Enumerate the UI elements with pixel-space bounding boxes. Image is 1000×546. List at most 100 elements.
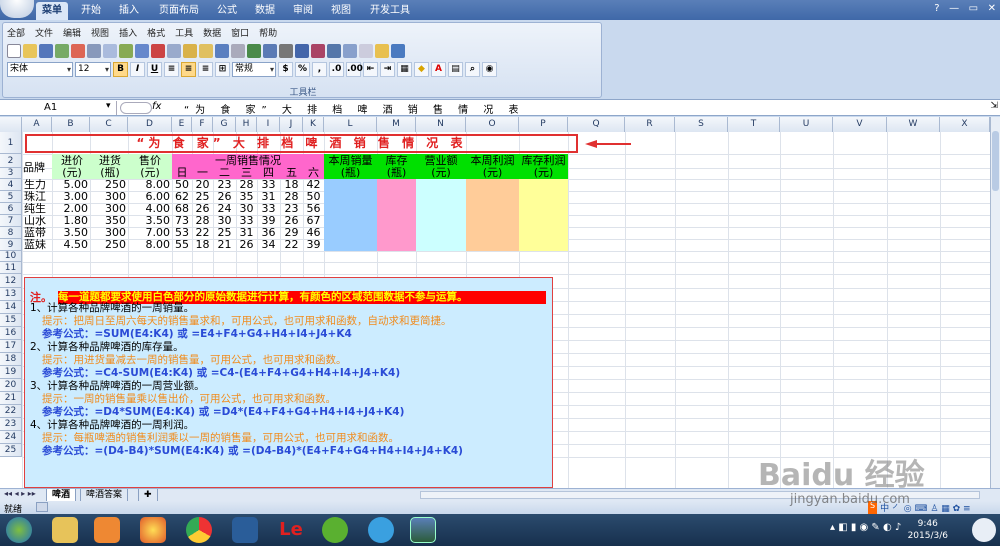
day-sales-cell[interactable]: 23 — [213, 179, 236, 191]
tab-developer[interactable]: 开发工具 — [366, 2, 414, 20]
browser-icon[interactable] — [140, 517, 166, 543]
undo-icon[interactable] — [215, 43, 229, 58]
cut-icon[interactable] — [151, 43, 165, 58]
metric-unit[interactable]: (元) — [519, 167, 568, 179]
column-header[interactable]: T — [728, 117, 780, 132]
row-header[interactable]: 19 — [0, 366, 22, 379]
note-q3[interactable]: 3、计算各种品牌啤酒的一周营业额。 — [30, 380, 540, 392]
buy-price-cell[interactable]: 5.00 — [52, 179, 89, 191]
row-header[interactable]: 1 — [0, 132, 22, 154]
row-header[interactable]: 3 — [0, 168, 22, 179]
start-button[interactable] — [6, 517, 32, 543]
chart-icon[interactable] — [327, 43, 341, 58]
column-header[interactable]: E — [172, 117, 192, 132]
spelling-icon[interactable] — [119, 43, 133, 58]
day-sales-cell[interactable]: 62 — [172, 191, 192, 203]
buy-price-cell[interactable]: 2.00 — [52, 203, 89, 215]
note-q4[interactable]: 4、计算各种品牌啤酒的一周利润。 — [30, 419, 540, 431]
research-icon[interactable] — [135, 43, 149, 58]
column-header[interactable]: A — [22, 117, 52, 132]
metric-header[interactable]: 本周销量 — [324, 155, 377, 167]
column-header[interactable]: F — [192, 117, 213, 132]
chrome-icon[interactable] — [186, 517, 212, 543]
select-all-corner[interactable] — [0, 117, 22, 132]
sell-price-cell[interactable]: 8.00 — [128, 179, 171, 191]
day-sales-cell[interactable]: 25 — [192, 191, 213, 203]
weekday-header[interactable]: 六 — [303, 167, 324, 179]
chevron-down-icon[interactable]: ▾ — [106, 101, 111, 111]
drawing-icon[interactable] — [343, 43, 357, 58]
note-f4[interactable]: 参考公式：=(D4-B4)*SUM(E4:K4) 或 =(D4-B4)*(E4+… — [42, 445, 552, 457]
row-header[interactable]: 20 — [0, 379, 22, 392]
buy-price-cell[interactable]: 1.80 — [52, 215, 89, 227]
buy-price-cell[interactable]: 4.50 — [52, 239, 89, 251]
zoom-icon[interactable] — [359, 43, 373, 58]
day-sales-cell[interactable]: 34 — [257, 239, 280, 251]
note-h4[interactable]: 提示：每瓶啤酒的销售利润乘以一周的销售量，可用公式，也可用求和函数。 — [42, 432, 552, 444]
column-header[interactable]: R — [625, 117, 675, 132]
row-header[interactable]: 5 — [0, 191, 22, 203]
sort-asc-icon[interactable] — [295, 43, 309, 58]
column-header[interactable]: K — [303, 117, 324, 132]
tab-insert[interactable]: 插入 — [114, 2, 144, 20]
buy-price-unit[interactable]: (元) — [54, 167, 90, 179]
align-center-button[interactable]: ≡ — [181, 62, 196, 77]
note-h2[interactable]: 提示：用进货量减去一周的销售量，可用公式，也可用求和函数。 — [42, 354, 552, 366]
menu-edit[interactable]: 编辑 — [63, 26, 81, 40]
brand-cell[interactable]: 珠江 — [24, 191, 52, 203]
clock[interactable]: 9:46 2015/3/6 — [908, 518, 948, 542]
insert-function-icon[interactable]: fx — [152, 101, 161, 112]
bold-button[interactable]: B — [113, 62, 128, 77]
increase-decimal-button[interactable]: .0 — [329, 62, 344, 77]
row-header[interactable]: 6 — [0, 203, 22, 215]
metric-header[interactable]: 库存利润 — [519, 155, 568, 167]
font-name-select[interactable]: 宋体 — [7, 62, 73, 77]
sort-desc-icon[interactable] — [311, 43, 325, 58]
preview-icon[interactable] — [103, 43, 117, 58]
day-sales-cell[interactable]: 28 — [192, 215, 213, 227]
stock-cell[interactable]: 300 — [90, 191, 126, 203]
day-sales-cell[interactable]: 50 — [303, 191, 324, 203]
row-header[interactable]: 21 — [0, 392, 22, 405]
vertical-scrollbar[interactable] — [990, 117, 1000, 488]
weekday-header[interactable]: 五 — [280, 167, 303, 179]
folder-icon[interactable] — [375, 43, 389, 58]
hyperlink-icon[interactable] — [247, 43, 261, 58]
find-button[interactable]: ⌕ — [465, 62, 480, 77]
day-sales-cell[interactable]: 18 — [280, 179, 303, 191]
day-sales-cell[interactable]: 56 — [303, 203, 324, 215]
brand-cell[interactable]: 纯生 — [24, 203, 52, 215]
italic-button[interactable]: I — [130, 62, 145, 77]
column-header[interactable]: U — [780, 117, 833, 132]
sell-price-cell[interactable]: 4.00 — [128, 203, 171, 215]
row-header[interactable]: 9 — [0, 239, 22, 251]
brand-cell[interactable]: 蓝带 — [24, 227, 52, 239]
column-header[interactable]: I — [257, 117, 280, 132]
sheet-nav-arrows[interactable]: ◂◂ ◂ ▸ ▸▸ — [4, 489, 36, 498]
note-q1[interactable]: 1、计算各种品牌啤酒的一周销量。 — [30, 302, 540, 314]
row-header[interactable]: 23 — [0, 418, 22, 431]
menu-data[interactable]: 数据 — [203, 26, 221, 40]
window-controls[interactable]: ? — ▭ ✕ — [934, 3, 996, 14]
note-f3[interactable]: 参考公式：=D4*SUM(E4:K4) 或 =D4*(E4+F4+G4+H4+I… — [42, 406, 552, 418]
tab-menu[interactable]: 菜单 — [36, 2, 68, 20]
buy-price-cell[interactable]: 3.50 — [52, 227, 89, 239]
buy-price-header[interactable]: 进价 — [54, 155, 90, 167]
column-header[interactable]: X — [940, 117, 990, 132]
indent-button[interactable]: ⇥ — [380, 62, 395, 77]
row-header[interactable]: 17 — [0, 340, 22, 353]
macro-record-icon[interactable] — [36, 502, 48, 512]
column-header[interactable]: C — [90, 117, 128, 132]
weekday-header[interactable]: 二 — [213, 167, 236, 179]
menu-help[interactable]: 帮助 — [259, 26, 277, 40]
menu-insert[interactable]: 插入 — [119, 26, 137, 40]
day-sales-cell[interactable]: 28 — [236, 179, 257, 191]
note-f2[interactable]: 参考公式：=C4-SUM(E4:K4) 或 =C4-(E4+F4+G4+H4+I… — [42, 367, 552, 379]
day-sales-cell[interactable]: 73 — [172, 215, 192, 227]
office-button[interactable] — [0, 0, 34, 18]
row-header[interactable]: 12 — [0, 274, 22, 288]
day-sales-cell[interactable]: 39 — [303, 239, 324, 251]
row-header[interactable]: 10 — [0, 251, 22, 262]
stock-cell[interactable]: 300 — [90, 203, 126, 215]
day-sales-cell[interactable]: 21 — [213, 239, 236, 251]
